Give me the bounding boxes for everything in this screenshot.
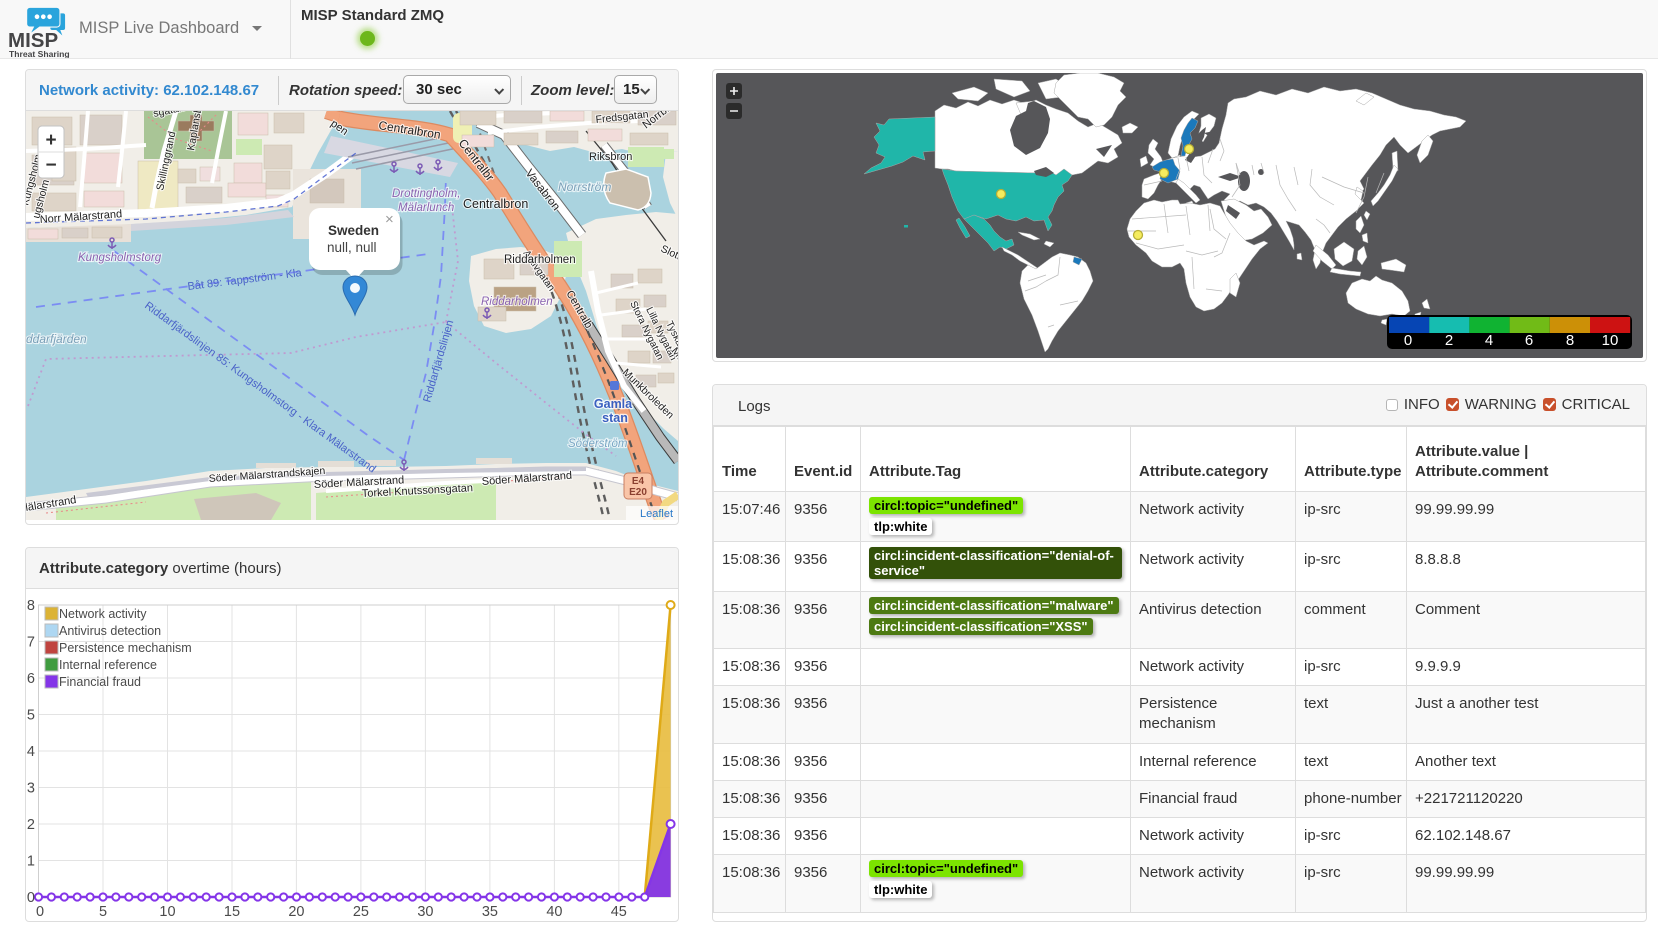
svg-text:4: 4 — [27, 744, 35, 760]
svg-text:Norrström: Norrström — [558, 180, 611, 194]
svg-text:6: 6 — [1525, 332, 1533, 349]
svg-text:×: × — [385, 211, 394, 228]
svg-text:35: 35 — [482, 904, 498, 920]
svg-text:7: 7 — [27, 635, 35, 651]
svg-text:15: 15 — [224, 904, 240, 920]
svg-text:1: 1 — [27, 854, 35, 870]
svg-text:Riksbron: Riksbron — [589, 151, 632, 163]
svg-text:Kungsholmstorg: Kungsholmstorg — [78, 252, 162, 264]
svg-text:ddarfjärden: ddarfjärden — [26, 332, 87, 346]
svg-text:30: 30 — [417, 904, 433, 920]
svg-text:Leaflet: Leaflet — [640, 508, 673, 520]
svg-text:6: 6 — [27, 671, 35, 687]
svg-text:Persistence mechanism: Persistence mechanism — [59, 641, 192, 655]
svg-text:Financial fraud: Financial fraud — [59, 675, 141, 689]
svg-text:Antivirus detection: Antivirus detection — [59, 624, 161, 638]
svg-text:0: 0 — [27, 890, 35, 906]
svg-text:Söderström: Söderström — [568, 438, 628, 450]
svg-text:2: 2 — [27, 817, 35, 833]
svg-text:+: + — [45, 130, 56, 151]
svg-text:8: 8 — [27, 598, 35, 614]
svg-text:Mälarlunch: Mälarlunch — [398, 202, 454, 214]
svg-text:5: 5 — [99, 904, 107, 920]
svg-text:Network activity: Network activity — [59, 607, 147, 621]
svg-text:null, null: null, null — [327, 240, 377, 255]
svg-text:stan: stan — [602, 411, 628, 425]
svg-text:10: 10 — [1602, 332, 1619, 349]
svg-text:2: 2 — [1445, 332, 1453, 349]
svg-text:3: 3 — [27, 781, 35, 797]
svg-text:8: 8 — [1566, 332, 1574, 349]
svg-text:E4: E4 — [632, 476, 645, 487]
svg-text:10: 10 — [159, 904, 175, 920]
svg-text:Gamla: Gamla — [594, 397, 633, 411]
svg-text:40: 40 — [546, 904, 562, 920]
svg-text:25: 25 — [353, 904, 369, 920]
svg-text:20: 20 — [288, 904, 304, 920]
svg-text:E20: E20 — [629, 487, 647, 498]
svg-text:Threat Sharing: Threat Sharing — [9, 49, 70, 58]
svg-text:5: 5 — [27, 708, 35, 724]
svg-text:−: − — [45, 155, 56, 176]
svg-text:Internal reference: Internal reference — [59, 658, 157, 672]
svg-text:Centralbron: Centralbron — [463, 197, 528, 211]
svg-text:45: 45 — [611, 904, 627, 920]
svg-text:Riddarholmen: Riddarholmen — [481, 296, 553, 308]
svg-text:0: 0 — [36, 904, 44, 920]
svg-text:0: 0 — [1404, 332, 1412, 349]
svg-text:Riddarholmen: Riddarholmen — [504, 254, 576, 266]
svg-text:Sweden: Sweden — [328, 223, 379, 238]
svg-text:Drottingholm,: Drottingholm, — [392, 188, 460, 200]
svg-text:4: 4 — [1485, 332, 1493, 349]
